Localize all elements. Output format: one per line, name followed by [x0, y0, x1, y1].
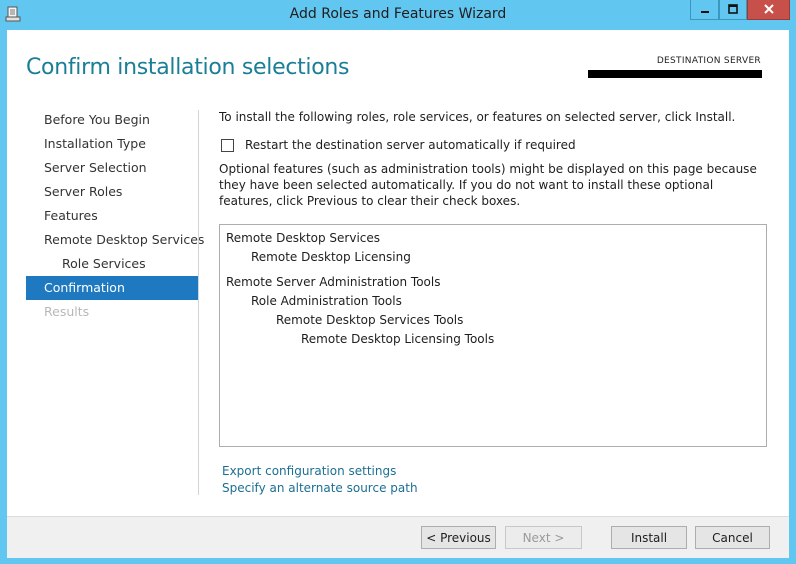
- nav-item-server-selection[interactable]: Server Selection: [26, 156, 198, 180]
- window-title: Add Roles and Features Wizard: [289, 6, 507, 22]
- nav-item-remote-desktop-services[interactable]: Remote Desktop Services: [26, 228, 204, 252]
- wizard-window: Add Roles and Features Wizard Confirm in…: [0, 0, 796, 564]
- restart-checkbox-label[interactable]: Restart the destination server automatic…: [245, 138, 576, 152]
- selection-item: Remote Desktop Services Tools: [276, 313, 464, 327]
- previous-button[interactable]: < Previous: [421, 526, 496, 549]
- selection-item: Remote Server Administration Tools: [226, 275, 441, 289]
- cancel-button[interactable]: Cancel: [695, 526, 770, 549]
- close-button[interactable]: [747, 0, 790, 20]
- alternate-source-path-link[interactable]: Specify an alternate source path: [222, 481, 418, 495]
- intro-text: To install the following roles, role ser…: [219, 110, 736, 124]
- nav-item-installation-type[interactable]: Installation Type: [26, 132, 198, 156]
- selection-list[interactable]: Remote Desktop Services Remote Desktop L…: [219, 224, 767, 447]
- maximize-button[interactable]: [719, 0, 747, 20]
- page-title: Confirm installation selections: [26, 55, 350, 80]
- selection-item: Remote Desktop Licensing: [251, 250, 411, 264]
- nav-item-results: Results: [44, 304, 90, 319]
- nav-item-features[interactable]: Features: [26, 204, 198, 228]
- nav-item-role-services[interactable]: Role Services: [26, 252, 198, 276]
- minimize-icon: [700, 3, 710, 17]
- wizard-footer: < Previous Next > Install Cancel: [7, 516, 789, 558]
- minimize-button[interactable]: [690, 0, 719, 20]
- restart-checkbox[interactable]: [221, 138, 234, 152]
- destination-server-label: DESTINATION SERVER: [656, 56, 761, 66]
- next-button: Next >: [505, 526, 582, 549]
- maximize-icon: [728, 3, 738, 17]
- selection-item: Remote Desktop Licensing Tools: [301, 332, 495, 346]
- selection-item: Role Administration Tools: [251, 294, 402, 308]
- restart-option[interactable]: Restart the destination server automatic…: [221, 138, 576, 152]
- wizard-client-area: Confirm installation selections DESTINAT…: [7, 30, 789, 558]
- close-icon: [763, 3, 774, 17]
- title-bar[interactable]: Add Roles and Features Wizard: [0, 0, 796, 30]
- nav-divider: [198, 110, 199, 495]
- export-configuration-link[interactable]: Export configuration settings: [222, 464, 396, 478]
- nav-item-before-you-begin[interactable]: Before You Begin: [26, 108, 198, 132]
- nav-item-confirmation[interactable]: Confirmation: [26, 276, 198, 300]
- nav-item-server-roles[interactable]: Server Roles: [26, 180, 198, 204]
- install-button[interactable]: Install: [611, 526, 687, 549]
- selection-item: Remote Desktop Services: [226, 231, 381, 245]
- wizard-nav: Before You Begin Installation Type Serve…: [26, 108, 204, 324]
- optional-features-note: Optional features (such as administratio…: [219, 162, 757, 208]
- destination-server-name-redacted: [588, 70, 762, 78]
